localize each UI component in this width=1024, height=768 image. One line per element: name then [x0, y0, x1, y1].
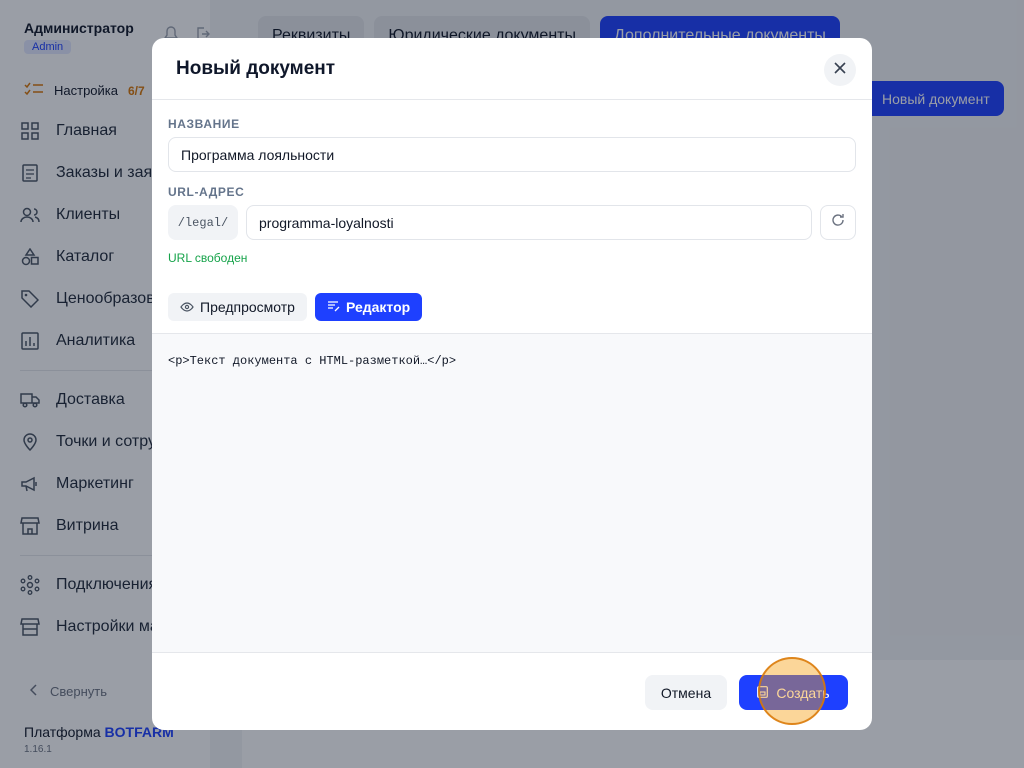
editor-content: <p>Текст документа с HTML-разметкой…</p>	[168, 354, 457, 368]
html-editor[interactable]: <p>Текст документа с HTML-разметкой…</p>	[152, 333, 872, 653]
close-button[interactable]	[824, 54, 856, 86]
edit-lines-icon	[327, 299, 340, 315]
mode-toggle: Предпросмотр Редактор	[168, 293, 423, 321]
url-slug-input[interactable]: programma-loyalnosti	[246, 205, 812, 240]
editor-button[interactable]: Редактор	[314, 293, 423, 321]
preview-button[interactable]: Предпросмотр	[168, 293, 307, 321]
eye-icon	[180, 299, 194, 315]
save-icon	[757, 685, 769, 701]
url-prefix: /legal/	[168, 205, 238, 240]
close-icon	[834, 61, 846, 79]
url-status: URL свободен	[168, 251, 248, 265]
name-input[interactable]: Программа лояльности	[168, 137, 856, 172]
create-button[interactable]: Создать	[739, 675, 848, 710]
editor-label: Редактор	[345, 299, 411, 315]
url-label: URL-АДРЕС	[168, 185, 245, 199]
create-label: Создать	[776, 684, 830, 701]
cancel-label: Отмена	[660, 684, 712, 701]
new-document-modal: Новый документ НАЗВАНИЕ Программа лояльн…	[152, 38, 872, 730]
refresh-icon	[831, 213, 845, 232]
regenerate-url-button[interactable]	[820, 205, 856, 240]
modal-title: Новый документ	[176, 58, 336, 79]
cancel-button[interactable]: Отмена	[645, 675, 727, 710]
preview-label: Предпросмотр	[200, 299, 295, 315]
name-label: НАЗВАНИЕ	[168, 117, 240, 131]
modal-header: Новый документ	[152, 38, 872, 100]
